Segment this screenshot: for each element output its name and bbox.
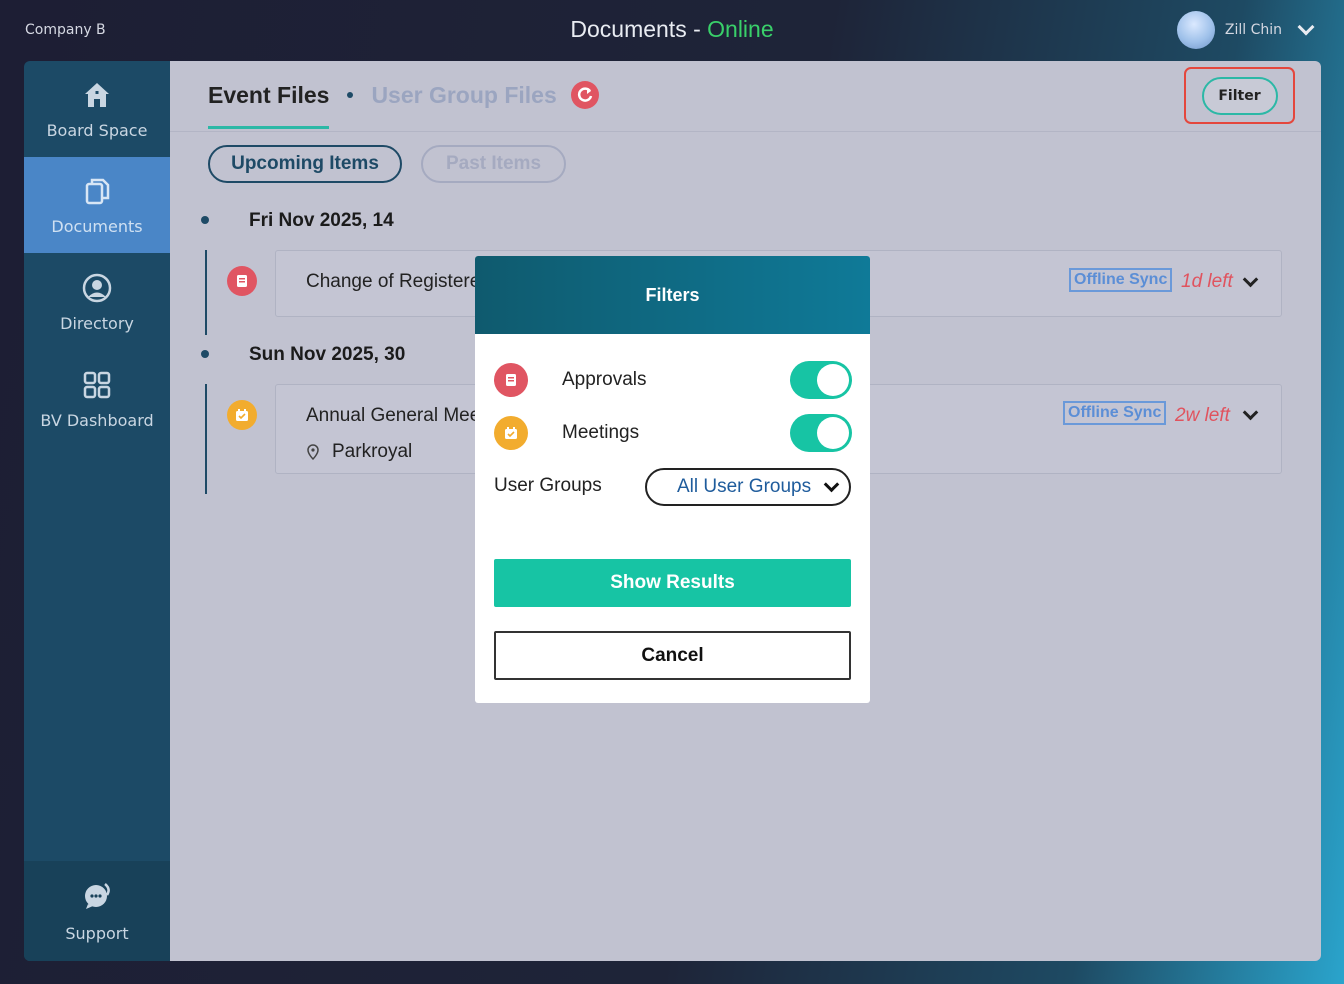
tab-event-files[interactable]: Event Files [208,82,330,129]
approvals-label: Approvals [562,369,647,390]
event-title: Annual General Mee [306,405,481,426]
time-left: 2w left [1175,405,1230,426]
sidebar-item-label: BV Dashboard [40,410,154,430]
approval-icon [494,363,528,397]
user-circle-icon [82,273,112,302]
filter-button[interactable]: Filter [1201,76,1278,115]
timeline-bullet [201,350,209,358]
grid-icon [83,371,111,398]
filter-highlight: Filter [1184,67,1295,124]
user-menu[interactable]: Zill Chin [1176,11,1316,49]
timeline-line [205,384,207,494]
toggle-knob [817,364,849,396]
chevron-down-icon[interactable] [1242,271,1259,288]
sidebar-item-label: Documents [51,216,143,236]
meeting-icon [227,400,257,430]
cancel-button[interactable]: Cancel [494,631,851,680]
tab-divider [170,131,1321,132]
online-status: Online [707,16,774,42]
chevron-down-icon[interactable] [1242,404,1259,421]
chevron-down-icon[interactable] [1297,18,1315,36]
sidebar: Board Space Documents Directory BV Dashb… [24,61,170,961]
sidebar-item-directory[interactable]: Directory [24,254,170,350]
user-groups-select[interactable]: All User Groups [645,468,851,506]
offline-sync-badge[interactable]: Offline Sync [1069,268,1173,292]
tab-user-group-files[interactable]: User Group Files [371,82,556,109]
meeting-icon [494,416,528,450]
timeline-bullet [201,216,209,224]
sidebar-item-label: Board Space [46,120,148,140]
page-title: Documents - Online [0,16,1344,43]
sidebar-item-label: Directory [60,313,134,333]
sidebar-item-support[interactable]: Support [24,861,170,961]
support-label: Support [65,923,129,943]
past-items-button[interactable]: Past Items [421,145,566,183]
documents-icon [85,178,110,204]
sidebar-item-board-space[interactable]: Board Space [24,61,170,157]
upcoming-items-button[interactable]: Upcoming Items [208,145,402,183]
chat-icon [85,882,110,909]
meetings-label: Meetings [562,422,640,443]
user-groups-value: All User Groups [677,476,812,497]
location-pin-icon [307,444,319,460]
meetings-toggle[interactable] [790,414,852,452]
chevron-down-icon [823,476,840,493]
event-date: Sun Nov 2025, 30 [249,344,406,365]
approvals-toggle[interactable] [790,361,852,399]
modal-title: Filters [475,256,870,334]
offline-sync-badge[interactable]: Offline Sync [1063,401,1167,425]
user-groups-label: User Groups [494,475,602,496]
timeline-line [205,250,207,335]
meetings-row: Meetings [494,413,852,453]
approval-icon [227,266,257,296]
approvals-row: Approvals [494,360,852,400]
location-text: Parkroyal [332,441,413,462]
tab-separator-dot [347,92,354,98]
time-left: 1d left [1181,271,1233,292]
event-date: Fri Nov 2025, 14 [249,210,394,231]
refresh-icon[interactable] [570,81,599,109]
user-name: Zill Chin [1224,22,1282,38]
filters-modal: Filters Approvals Meetings User Groups A… [475,256,870,703]
show-results-button[interactable]: Show Results [494,559,851,607]
event-title: Change of Registere [306,271,481,292]
top-bar: Company B Documents - Online Zill Chin [0,0,1344,60]
sidebar-item-bv-dashboard[interactable]: BV Dashboard [24,351,170,447]
avatar[interactable] [1176,11,1215,49]
title-text: Documents - [570,16,708,42]
tab-bar: Event Files User Group Files [208,81,599,129]
sidebar-item-documents[interactable]: Documents [24,157,170,253]
event-location: Parkroyal [306,441,412,463]
toggle-knob [817,417,849,449]
home-icon [85,82,109,107]
